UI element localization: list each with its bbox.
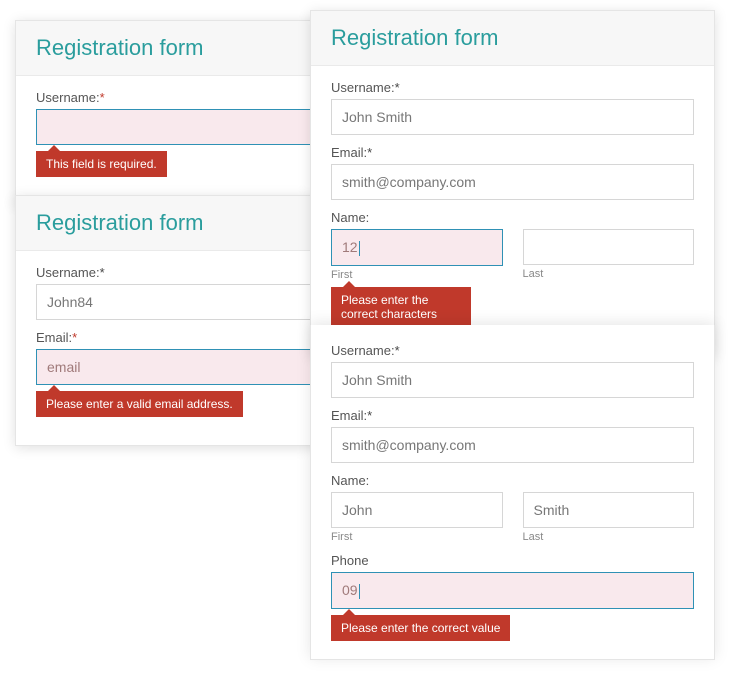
name-label: Name: [331,210,694,225]
required-star-icon: * [395,80,400,95]
error-message: This field is required. [36,151,167,177]
last-name-col: Last [523,492,695,543]
username-field: Username:* [331,80,694,135]
card-body: Username:* Email:* Name: First Last [311,325,714,659]
input-value: 12 [342,239,358,255]
label-text: Username: [36,265,100,280]
email-input[interactable] [331,164,694,200]
error-message: Please enter the correct characters [331,287,471,327]
username-field: Username:* [331,343,694,398]
input-value: 09 [342,582,358,598]
label-text: Email: [331,145,367,160]
first-sublabel: First [331,531,503,543]
label-text: Email: [331,408,367,423]
required-star-icon: * [395,343,400,358]
label-text: Email: [36,330,72,345]
required-star-icon: * [72,330,77,345]
name-row: First Last [331,492,694,543]
label-text: Username: [36,90,100,105]
error-message: Please enter a valid email address. [36,391,243,417]
caret-icon [359,241,360,256]
card-body: Username:* Email:* Name: 12 First Please… [311,66,714,355]
phone-field: Phone 09 Please enter the correct value [331,553,694,641]
username-input[interactable] [331,99,694,135]
name-label: Name: [331,473,694,488]
first-sublabel: First [331,269,503,281]
required-star-icon: * [367,145,372,160]
label-text: Username: [331,343,395,358]
last-sublabel: Last [523,268,695,280]
error-message: Please enter the correct value [331,615,510,641]
email-field: Email:* [331,145,694,200]
phone-input[interactable]: 09 [331,572,694,609]
email-label: Email:* [331,145,694,160]
email-input[interactable] [331,427,694,463]
registration-card-name: Registration form Username:* Email:* Nam… [310,10,715,356]
last-sublabel: Last [523,531,695,543]
card-title: Registration form [311,11,714,66]
email-field: Email:* [331,408,694,463]
name-field: Name: First Last [331,473,694,543]
username-input[interactable] [331,362,694,398]
required-star-icon: * [100,265,105,280]
last-name-input[interactable] [523,229,695,265]
first-name-input[interactable] [331,492,503,528]
name-row: 12 First Please enter the correct charac… [331,229,694,327]
username-label: Username:* [331,80,694,95]
label-text: Username: [331,80,395,95]
required-star-icon: * [100,90,105,105]
username-label: Username:* [331,343,694,358]
name-field: Name: 12 First Please enter the correct … [331,210,694,327]
email-label: Email:* [331,408,694,423]
phone-label: Phone [331,553,694,568]
first-name-col: First [331,492,503,543]
caret-icon [359,584,360,599]
first-name-col: 12 First Please enter the correct charac… [331,229,503,327]
last-name-col: Last [523,229,695,327]
last-name-input[interactable] [523,492,695,528]
first-name-input[interactable]: 12 [331,229,503,266]
required-star-icon: * [367,408,372,423]
registration-card-phone: Username:* Email:* Name: First Last [310,325,715,660]
